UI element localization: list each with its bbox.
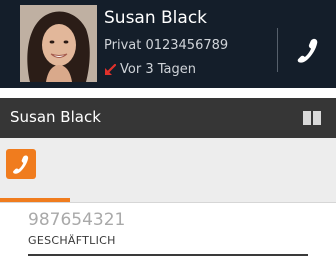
detail-tab-bar bbox=[0, 138, 336, 203]
phone-number-type: GESCHÄFTLICH bbox=[28, 234, 116, 247]
phone-handset-icon bbox=[13, 155, 29, 174]
contact-title: Susan Black bbox=[10, 108, 101, 126]
entry-underline bbox=[28, 254, 308, 256]
phone-number-value[interactable]: 987654321 bbox=[28, 210, 125, 230]
active-tab-indicator bbox=[0, 198, 70, 202]
contact-name: Susan Black bbox=[104, 8, 208, 28]
contact-header: Susan Black bbox=[0, 98, 336, 138]
contact-photo bbox=[20, 5, 97, 82]
missed-call-arrow-icon bbox=[105, 64, 116, 75]
contact-book-icon[interactable] bbox=[302, 110, 322, 126]
recent-call-card[interactable]: Susan Black Privat 0123456789 Vor 3 Tage… bbox=[0, 0, 336, 88]
call-button[interactable] bbox=[290, 32, 326, 68]
contact-number: Privat 0123456789 bbox=[104, 38, 229, 53]
phone-handset-icon bbox=[297, 38, 318, 63]
tab-phone[interactable] bbox=[6, 149, 36, 179]
call-time: Vor 3 Tagen bbox=[120, 62, 196, 77]
card-divider bbox=[277, 28, 278, 72]
